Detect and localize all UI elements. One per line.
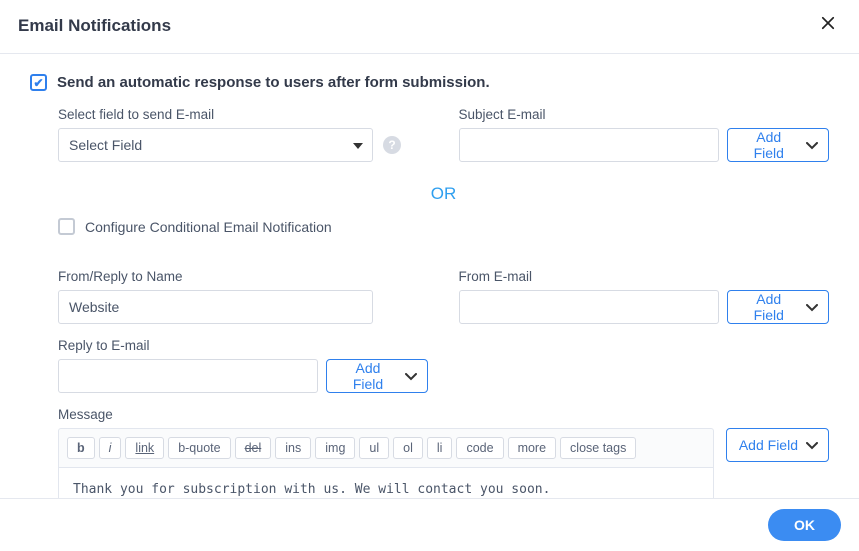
add-field-from-email-button[interactable]: Add Field: [727, 290, 830, 324]
select-field-dropdown[interactable]: [58, 128, 373, 162]
toolbar-ins-button[interactable]: ins: [275, 437, 311, 459]
help-icon[interactable]: ?: [383, 136, 401, 154]
reply-to-input[interactable]: [58, 359, 318, 393]
close-button[interactable]: [815, 10, 841, 41]
close-icon: [819, 19, 837, 36]
add-field-message-button[interactable]: Add Field: [726, 428, 829, 462]
chevron-down-icon: [806, 299, 818, 315]
conditional-checkbox[interactable]: [58, 218, 75, 235]
toolbar-ul-button[interactable]: ul: [359, 437, 389, 459]
toolbar-ol-button[interactable]: ol: [393, 437, 423, 459]
from-name-input[interactable]: [58, 290, 373, 324]
dialog-title: Email Notifications: [18, 16, 171, 36]
message-textarea[interactable]: Thank you for subscription with us. We w…: [58, 467, 714, 498]
reply-to-label: Reply to E-mail: [58, 338, 429, 353]
conditional-label: Configure Conditional Email Notification: [85, 219, 332, 235]
toolbar-del-button[interactable]: del: [235, 437, 272, 459]
add-field-label: Add Field: [739, 437, 798, 453]
add-field-label: Add Field: [740, 129, 799, 161]
select-field-label: Select field to send E-mail: [58, 107, 429, 122]
editor-toolbar: b i link b-quote del ins img ul ol li co: [58, 428, 714, 467]
toolbar-li-button[interactable]: li: [427, 437, 453, 459]
toolbar-img-button[interactable]: img: [315, 437, 355, 459]
chevron-down-icon: [806, 137, 818, 153]
toolbar-bquote-button[interactable]: b-quote: [168, 437, 230, 459]
from-name-label: From/Reply to Name: [58, 269, 429, 284]
chevron-down-icon: [405, 368, 417, 384]
from-email-label: From E-mail: [459, 269, 830, 284]
add-field-reply-to-button[interactable]: Add Field: [326, 359, 428, 393]
ok-button[interactable]: OK: [768, 509, 841, 541]
message-label: Message: [58, 407, 829, 422]
subject-input[interactable]: [459, 128, 719, 162]
toolbar-link-button[interactable]: link: [125, 437, 164, 459]
toolbar-italic-button[interactable]: i: [99, 437, 122, 459]
from-email-input[interactable]: [459, 290, 719, 324]
toolbar-bold-button[interactable]: b: [67, 437, 95, 459]
auto-response-label: Send an automatic response to users afte…: [57, 74, 490, 91]
toolbar-more-button[interactable]: more: [508, 437, 556, 459]
or-separator: OR: [58, 184, 829, 204]
toolbar-closetags-button[interactable]: close tags: [560, 437, 636, 459]
add-field-label: Add Field: [339, 360, 397, 392]
add-field-label: Add Field: [740, 291, 799, 323]
add-field-subject-button[interactable]: Add Field: [727, 128, 830, 162]
toolbar-code-button[interactable]: code: [456, 437, 503, 459]
auto-response-checkbox[interactable]: [30, 74, 47, 91]
subject-label: Subject E-mail: [459, 107, 830, 122]
chevron-down-icon: [806, 437, 818, 453]
